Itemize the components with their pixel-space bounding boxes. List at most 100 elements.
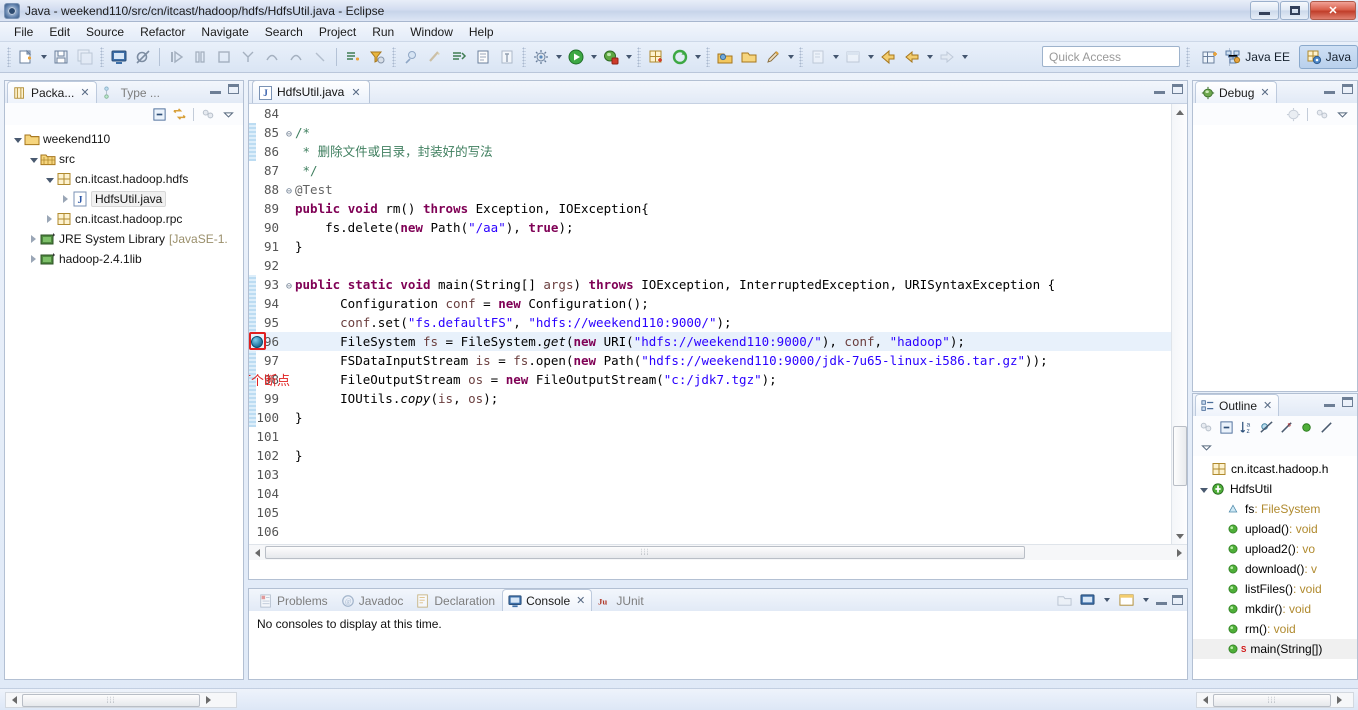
outline-item-fs[interactable]: fs : FileSystem <box>1193 499 1357 519</box>
outline-item-upload2-[interactable]: upload2() : vo <box>1193 539 1357 559</box>
step-return-icon[interactable] <box>285 46 307 68</box>
breadcrumb-dropdown-icon[interactable] <box>865 46 876 68</box>
last-edit-location-icon[interactable] <box>807 46 829 68</box>
scroll-down-icon[interactable] <box>1172 528 1187 544</box>
maximize-console-icon[interactable] <box>1172 595 1183 605</box>
chevron-down-icon[interactable] <box>219 105 237 123</box>
toolbar-grip[interactable] <box>7 47 11 67</box>
last-edit-dropdown-icon[interactable] <box>830 46 841 68</box>
forward-icon[interactable] <box>936 46 958 68</box>
close-icon[interactable]: ✕ <box>1260 86 1269 99</box>
debug-icon[interactable] <box>600 46 622 68</box>
code-line[interactable]: 105 <box>249 503 1187 522</box>
chevron-down-icon[interactable] <box>1197 438 1215 456</box>
code-line[interactable]: 91} <box>249 237 1187 256</box>
debug-dropdown-icon[interactable] <box>623 46 634 68</box>
code-line[interactable]: 93 ⊖ public static void main(String[] args… <box>249 275 1187 294</box>
code-line[interactable]: 99 IOUtils.copy(is, os); <box>249 389 1187 408</box>
close-button[interactable]: ✕ <box>1310 1 1356 20</box>
outline-item-download-[interactable]: download() : v <box>1193 559 1357 579</box>
open-folder-icon[interactable] <box>738 46 760 68</box>
code-line[interactable]: 106 <box>249 522 1187 541</box>
close-icon[interactable]: ✕ <box>1263 399 1272 412</box>
code-line[interactable]: 85 ⊖/* <box>249 123 1187 142</box>
scroll-right-icon[interactable] <box>200 692 216 708</box>
new-wizard-icon[interactable] <box>15 46 37 68</box>
perspective-java[interactable]: Java <box>1298 45 1358 69</box>
scroll-left-icon[interactable] <box>6 692 22 708</box>
close-icon[interactable]: ✕ <box>576 594 585 607</box>
twisty-collapsed-icon[interactable] <box>43 209 56 229</box>
minimize-view-icon[interactable] <box>1324 398 1335 407</box>
tab-hdfsutil-java[interactable]: J HdfsUtil.java ✕ <box>252 80 370 103</box>
external-tools-icon[interactable] <box>530 46 552 68</box>
scroll-right-icon[interactable] <box>1331 692 1347 708</box>
minimize-button[interactable] <box>1250 1 1279 20</box>
twisty-collapsed-icon[interactable] <box>27 249 40 269</box>
outline-item-mkdir-[interactable]: mkdir() : void <box>1193 599 1357 619</box>
new-wizard-dropdown-icon[interactable] <box>38 46 49 68</box>
menu-window[interactable]: Window <box>402 23 461 41</box>
back-icon[interactable] <box>901 46 923 68</box>
back-dropdown-icon[interactable] <box>924 46 935 68</box>
code-line[interactable]: 98 FileOutputStream os = new FileOutputS… <box>249 370 1187 389</box>
code-line[interactable]: 97 FSDataInputStream is = fs.open(new Pa… <box>249 351 1187 370</box>
toolbar-grip-2[interactable] <box>100 47 104 67</box>
tab-debug[interactable]: Debug ✕ <box>1195 81 1277 103</box>
menu-navigate[interactable]: Navigate <box>193 23 256 41</box>
quick-access-input[interactable]: Quick Access <box>1042 46 1180 67</box>
menu-refactor[interactable]: Refactor <box>132 23 193 41</box>
debug-config-icon[interactable] <box>1284 105 1302 123</box>
toggle-breadcrumb-icon[interactable] <box>842 46 864 68</box>
code-content[interactable]: 84 85 ⊖/* 86 * 删除文件或目录，封装好的写法 87 */88 ⊖ @Test 8… <box>249 104 1187 560</box>
twisty-expanded-icon[interactable] <box>43 169 56 189</box>
menu-edit[interactable]: Edit <box>41 23 78 41</box>
refresh-dropdown-icon[interactable] <box>692 46 703 68</box>
editor-horizontal-scrollbar[interactable]: ⦙⦙⦙ <box>249 544 1187 560</box>
code-line[interactable]: 100} <box>249 408 1187 427</box>
tab-package-explorer[interactable]: Packa... ✕ <box>7 81 97 103</box>
code-line[interactable]: 92 <box>249 256 1187 275</box>
code-line[interactable]: 84 <box>249 104 1187 123</box>
new-console-dropdown-icon[interactable] <box>1140 593 1151 608</box>
code-line[interactable]: 90 fs.delete(new Path("/aa"), true); <box>249 218 1187 237</box>
horizontal-scroll-thumb[interactable]: ⦙⦙⦙ <box>265 546 1025 559</box>
code-line[interactable]: 94 Configuration conf = new Configuratio… <box>249 294 1187 313</box>
outline-item-upload-[interactable]: upload() : void <box>1193 519 1357 539</box>
vertical-scroll-thumb[interactable] <box>1173 426 1187 486</box>
back-history-icon[interactable] <box>877 46 899 68</box>
view-menu-icon[interactable] <box>199 105 217 123</box>
display-selected-console-icon[interactable] <box>1078 591 1096 609</box>
next-annotation-icon[interactable] <box>448 46 470 68</box>
run-icon[interactable] <box>565 46 587 68</box>
horizontal-scroll-thumb[interactable]: ⦙⦙⦙ <box>1213 693 1331 707</box>
close-icon[interactable]: ✕ <box>80 86 89 99</box>
new-java-class-icon[interactable] <box>342 46 364 68</box>
external-tools-dropdown-icon[interactable] <box>553 46 564 68</box>
new-console-view-icon[interactable] <box>1117 591 1135 609</box>
menu-help[interactable]: Help <box>461 23 502 41</box>
outline-item-hdfsutil[interactable]: HdfsUtil <box>1193 479 1357 499</box>
open-console-icon[interactable] <box>1055 591 1073 609</box>
hide-fields-icon[interactable] <box>1257 418 1275 436</box>
toolbar-grip-4[interactable] <box>522 47 526 67</box>
code-line[interactable]: 86 * 删除文件或目录，封装好的写法 <box>249 142 1187 161</box>
refresh-icon[interactable] <box>669 46 691 68</box>
edit-pencil-icon[interactable] <box>762 46 784 68</box>
console-select-dropdown-icon[interactable] <box>1101 593 1112 608</box>
code-line[interactable]: 95 conf.set("fs.defaultFS", "hdfs://week… <box>249 313 1187 332</box>
menu-run[interactable]: Run <box>364 23 402 41</box>
minimize-editor-icon[interactable] <box>1154 85 1165 94</box>
forward-dropdown-icon[interactable] <box>959 46 970 68</box>
code-line[interactable]: 87 */ <box>249 161 1187 180</box>
step-over-icon[interactable] <box>261 46 283 68</box>
maximize-view-icon[interactable] <box>228 84 239 94</box>
horizontal-scroll-thumb[interactable]: ⦙⦙⦙ <box>22 693 200 707</box>
open-resource-icon[interactable] <box>714 46 736 68</box>
save-all-icon[interactable] <box>74 46 96 68</box>
menu-project[interactable]: Project <box>311 23 364 41</box>
terminate-icon[interactable] <box>213 46 235 68</box>
console-toolbar-icon[interactable] <box>108 46 130 68</box>
tab-javadoc[interactable]: @ Javadoc <box>335 589 411 611</box>
twisty-expanded-icon[interactable] <box>27 149 40 169</box>
